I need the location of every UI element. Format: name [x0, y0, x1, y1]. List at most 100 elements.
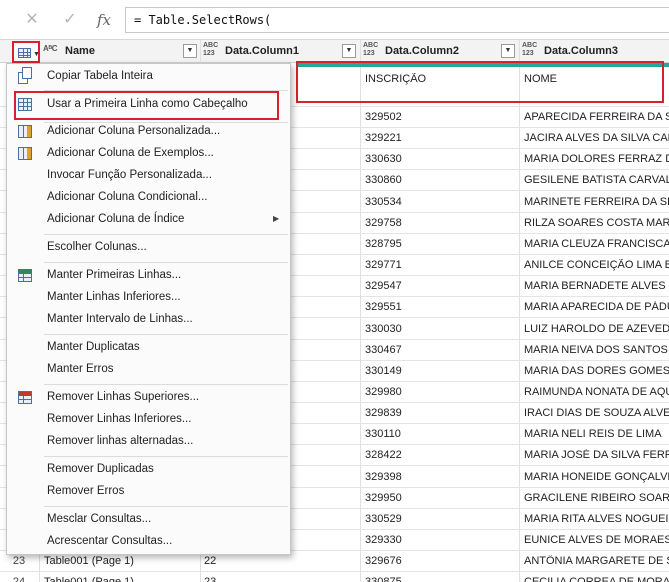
cell[interactable]: APARECIDA FERREIRA DA SILVA	[524, 111, 669, 123]
menu-item-add-custom-column[interactable]: Adicionar Coluna Personalizada...	[7, 121, 290, 143]
cell[interactable]: MARINETE FERREIRA DA SILVA	[524, 196, 669, 208]
table-icon	[18, 48, 31, 58]
menu-item-remove-top-rows[interactable]: Remover Linhas Superiores...	[7, 387, 290, 409]
menu-item-label: Remover Linhas Superiores...	[47, 391, 200, 403]
any-type-icon[interactable]: ABC 123	[203, 42, 221, 58]
cell[interactable]: EUNICE ALVES DE MORAES V	[524, 534, 669, 546]
menu-item-label: Remover linhas alternadas...	[47, 435, 194, 447]
cell[interactable]: 329547	[365, 280, 517, 292]
cell[interactable]: LUIZ HAROLDO DE AZEVEDO	[524, 323, 669, 335]
menu-item-keep-top-rows[interactable]: Manter Primeiras Linhas...	[7, 265, 290, 287]
cell[interactable]: 329771	[365, 259, 517, 271]
menu-item-invoke-custom-function[interactable]: Invocar Função Personalizada...	[7, 165, 290, 187]
cell[interactable]: RAIMUNDA NONATA DE AQUI	[524, 386, 669, 398]
filter-dropdown-icon[interactable]: ▼	[183, 44, 197, 58]
column-header-data-column2[interactable]: ABC 123 Data.Column2 ▼	[361, 40, 519, 63]
text-type-icon[interactable]: AᴮC	[43, 45, 58, 53]
menu-item-remove-bottom-rows[interactable]: Remover Linhas Inferiores...	[7, 409, 290, 431]
menu-separator	[44, 456, 288, 457]
add-column-icon	[18, 125, 32, 138]
cell[interactable]: 330534	[365, 196, 517, 208]
remove-rows-icon	[18, 391, 32, 404]
menu-item-add-conditional-column[interactable]: Adicionar Coluna Condicional...	[7, 187, 290, 209]
cell[interactable]: 329330	[365, 534, 517, 546]
row-number[interactable]: 24	[0, 576, 38, 582]
cancel-icon[interactable]: ✕	[22, 10, 42, 30]
column-header-name[interactable]: AᴮC Name ▼	[40, 40, 200, 63]
cell[interactable]: IRACI DIAS DE SOUZA ALVES	[524, 407, 669, 419]
menu-separator	[44, 506, 288, 507]
cell[interactable]: 329839	[365, 407, 517, 419]
menu-item-add-column-from-examples[interactable]: Adicionar Coluna de Exemplos...	[7, 143, 290, 165]
cell[interactable]: MARIA DAS DORES GOMES AC	[524, 365, 669, 377]
menu-item-remove-alternate-rows[interactable]: Remover linhas alternadas...	[7, 431, 290, 453]
cell[interactable]: 329758	[365, 217, 517, 229]
table-menu-button[interactable]: ▼	[12, 41, 40, 63]
cell[interactable]: 23	[204, 576, 354, 582]
menu-item-keep-errors[interactable]: Manter Erros	[7, 359, 290, 381]
cell[interactable]: 329950	[365, 492, 517, 504]
cell[interactable]: MARIA NELI REIS DE LIMA	[524, 428, 669, 440]
cell[interactable]: 328795	[365, 238, 517, 250]
cell[interactable]: 329221	[365, 132, 517, 144]
cell[interactable]: 328422	[365, 449, 517, 461]
cell[interactable]: Table001 (Page 1)	[44, 576, 199, 582]
filter-dropdown-icon[interactable]: ▼	[342, 44, 356, 58]
cell[interactable]: 330030	[365, 323, 517, 335]
menu-item-label: Manter Primeiras Linhas...	[47, 269, 182, 281]
cell[interactable]: 329980	[365, 386, 517, 398]
menu-item-label: Invocar Função Personalizada...	[47, 169, 212, 181]
menu-item-copy-table[interactable]: Copiar Tabela Inteira	[7, 66, 290, 88]
fx-icon[interactable]: fx	[94, 10, 114, 30]
menu-item-merge-queries[interactable]: Mesclar Consultas...	[7, 509, 290, 531]
filter-dropdown-icon[interactable]: ▼	[501, 44, 515, 58]
any-type-icon[interactable]: ABC 123	[522, 42, 540, 58]
cell[interactable]: 329676	[365, 555, 517, 567]
menu-item-remove-duplicates[interactable]: Remover Duplicadas	[7, 459, 290, 481]
cell[interactable]: JACIRA ALVES DA SILVA CARLOS	[524, 132, 669, 144]
cell[interactable]: 330529	[365, 513, 517, 525]
cell[interactable]: MARIA BERNADETE ALVES RO	[524, 280, 669, 292]
cell[interactable]: MARIA NEIVA DOS SANTOS	[524, 344, 669, 356]
cell[interactable]: 329398	[365, 471, 517, 483]
row-number[interactable]: 23	[0, 555, 38, 567]
cell[interactable]: 330860	[365, 174, 517, 186]
cell[interactable]: 330149	[365, 365, 517, 377]
cell[interactable]: MARIA APARECIDA DE PÁDUA	[524, 301, 669, 313]
menu-item-keep-range-of-rows[interactable]: Manter Intervalo de Linhas...	[7, 309, 290, 331]
menu-item-append-queries[interactable]: Acrescentar Consultas...	[7, 531, 290, 553]
cell[interactable]: 22	[204, 555, 354, 567]
cell[interactable]: CECILIA CORREA DE MORAES	[524, 576, 669, 582]
cell[interactable]: 329551	[365, 301, 517, 313]
cell[interactable]: GESILENE BATISTA CARVALHO	[524, 174, 669, 186]
cell[interactable]: 330875	[365, 576, 517, 582]
cell[interactable]: 330110	[365, 428, 517, 440]
column-header-data-column3[interactable]: ABC 123 Data.Column3	[520, 40, 669, 63]
cell[interactable]: MARIA CLEUZA FRANCISCA DA	[524, 238, 669, 250]
cell[interactable]: 330630	[365, 153, 517, 165]
column-label: Name	[65, 45, 95, 57]
cell[interactable]: RILZA SOARES COSTA MARINHO	[524, 217, 669, 229]
formula-input[interactable]: = Table.SelectRows(	[125, 7, 669, 33]
cell[interactable]: MARIA HONEIDE GONÇALVES	[524, 471, 669, 483]
cell[interactable]: 329502	[365, 111, 517, 123]
any-type-icon[interactable]: ABC 123	[363, 42, 381, 58]
menu-item-label: Copiar Tabela Inteira	[47, 70, 153, 82]
menu-item-choose-columns[interactable]: Escolher Colunas...	[7, 237, 290, 259]
cell[interactable]: ANILCE CONCEIÇÃO LIMA BAE	[524, 259, 669, 271]
menu-item-keep-bottom-rows[interactable]: Manter Linhas Inferiores...	[7, 287, 290, 309]
cell[interactable]: 330467	[365, 344, 517, 356]
menu-item-keep-duplicates[interactable]: Manter Duplicatas	[7, 337, 290, 359]
cell[interactable]: MARIA JOSÉ DA SILVA FERREI	[524, 449, 669, 461]
cell[interactable]: Table001 (Page 1)	[44, 555, 199, 567]
cell[interactable]: ANTÔNIA MARGARETE DE SOU	[524, 555, 669, 567]
menu-item-remove-errors[interactable]: Remover Erros	[7, 481, 290, 503]
column-header-data-column1[interactable]: ABC 123 Data.Column1 ▼	[201, 40, 360, 63]
accept-icon[interactable]: ✓	[60, 10, 80, 30]
cell[interactable]: MARIA DOLORES FERRAZ DE A	[524, 153, 669, 165]
table-context-menu: Copiar Tabela Inteira Usar a Primeira Li…	[6, 63, 291, 555]
menu-item-add-index-column[interactable]: Adicionar Coluna de Índice ▶	[7, 209, 290, 231]
cell[interactable]: GRACILENE RIBEIRO SOARES D	[524, 492, 669, 504]
cell[interactable]: MARIA RITA ALVES NOGUEIRA	[524, 513, 669, 525]
keep-rows-icon	[18, 269, 32, 282]
